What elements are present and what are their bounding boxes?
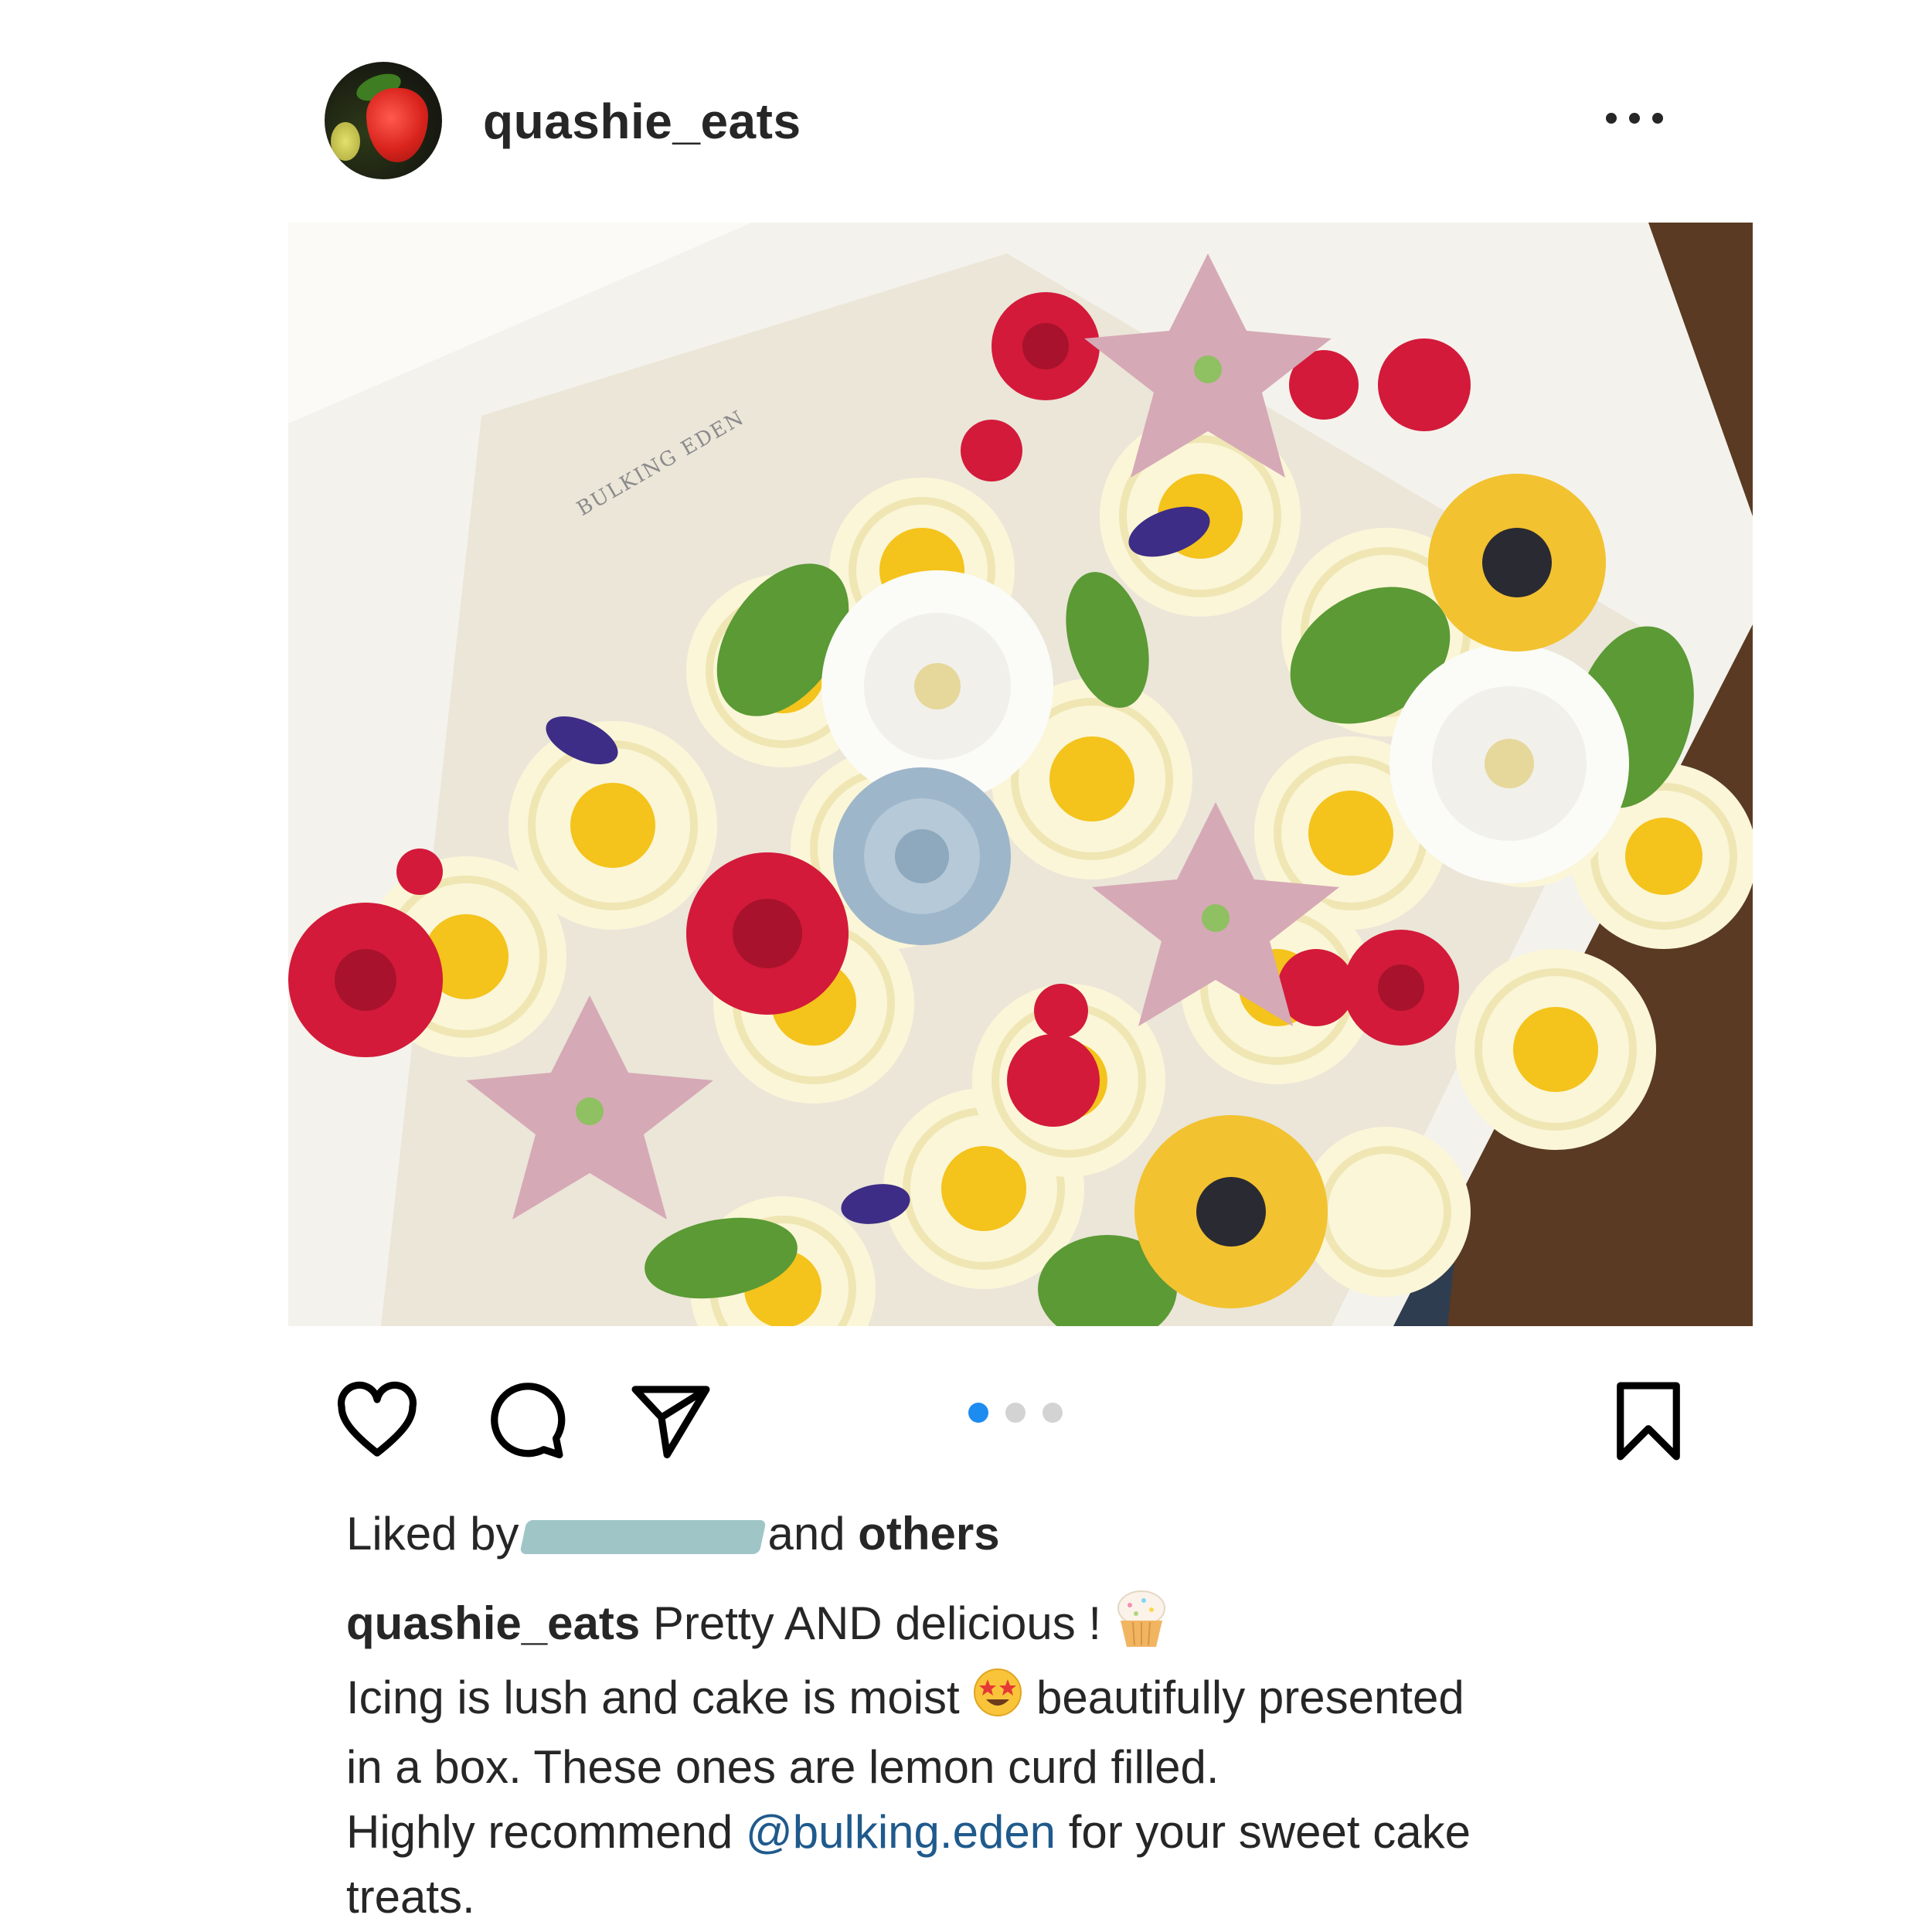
comment-icon[interactable] xyxy=(479,1376,569,1466)
post-caption: quashie_eats Pretty AND delicious ! Icin… xyxy=(346,1588,1737,1930)
caption-line4b: for your sweet cake xyxy=(1056,1806,1471,1859)
caption-line3: in a box. These ones are lemon curd fill… xyxy=(346,1741,1219,1794)
caption-username[interactable]: quashie_eats xyxy=(346,1597,640,1649)
carousel-dot xyxy=(1005,1403,1026,1423)
mention-link[interactable]: @bulking.eden xyxy=(746,1806,1056,1858)
likes-prefix: Liked by xyxy=(346,1508,519,1560)
post-username[interactable]: quashie_eats xyxy=(483,93,801,150)
send-icon[interactable] xyxy=(626,1376,716,1466)
caption-line2b: beautifully presented xyxy=(1023,1672,1464,1723)
post-actions xyxy=(332,1372,1692,1464)
caption-line2a: Icing is lush and cake is moist xyxy=(346,1672,973,1723)
caption-line1: Pretty AND delicious ! xyxy=(640,1597,1114,1649)
caption-line4a: Highly recommend xyxy=(346,1806,746,1859)
redacted-username xyxy=(519,1520,767,1555)
carousel-dot-active xyxy=(968,1403,988,1423)
heart-icon[interactable] xyxy=(332,1376,422,1466)
likes-others-link[interactable]: others xyxy=(858,1508,999,1560)
more-options-icon[interactable] xyxy=(1600,94,1669,141)
likes-and: and xyxy=(767,1508,845,1560)
carousel-dot xyxy=(1043,1403,1063,1423)
cupcake-icon xyxy=(1114,1588,1168,1665)
likes-line[interactable]: Liked by and others xyxy=(346,1507,1000,1560)
star-struck-emoji-icon xyxy=(972,1667,1023,1735)
post-header: quashie_eats xyxy=(325,62,1700,185)
caption-line5: treats. xyxy=(346,1871,475,1923)
post-image[interactable]: BULKING EDEN xyxy=(288,223,1753,1326)
carousel-indicator xyxy=(968,1403,1077,1426)
bookmark-icon[interactable] xyxy=(1604,1376,1693,1466)
avatar[interactable] xyxy=(325,62,442,179)
